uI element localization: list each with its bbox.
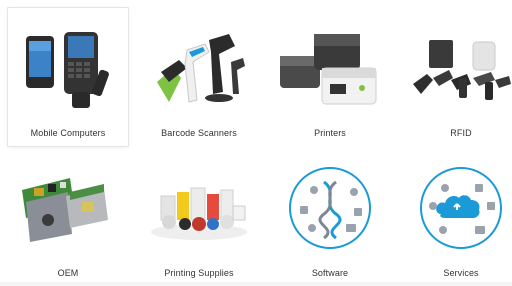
category-label: OEM [57, 268, 79, 278]
category-tile-oem[interactable]: OEM [8, 148, 128, 286]
services-icon [401, 162, 512, 252]
printing-supplies-product-image [139, 162, 259, 252]
category-tile-services[interactable]: Services [401, 148, 512, 286]
category-label: Barcode Scanners [161, 128, 237, 138]
category-label: Printing Supplies [164, 268, 234, 278]
category-label: Printers [314, 128, 346, 138]
category-tile-rfid[interactable]: RFID [401, 8, 512, 146]
printers-product-image [270, 22, 390, 112]
category-label: Software [311, 268, 349, 278]
category-tile-printers[interactable]: Printers [270, 8, 390, 146]
category-label: RFID [450, 128, 472, 138]
software-icon [270, 162, 390, 252]
mobile-computers-product-image [8, 22, 128, 112]
barcode-scanners-product-image [139, 22, 259, 112]
rfid-product-image [401, 22, 512, 112]
category-tile-mobile-computers[interactable]: Mobile Computers [8, 8, 128, 146]
oem-product-image [8, 162, 128, 252]
category-tile-printing-supplies[interactable]: Printing Supplies [139, 148, 259, 286]
category-tile-barcode-scanners[interactable]: Barcode Scanners [139, 8, 259, 146]
category-tile-software[interactable]: Software [270, 148, 390, 286]
category-label: Services [443, 268, 479, 278]
category-label: Mobile Computers [30, 128, 106, 138]
product-category-grid: Mobile Computers Barcode Scanners Printe… [0, 0, 512, 282]
